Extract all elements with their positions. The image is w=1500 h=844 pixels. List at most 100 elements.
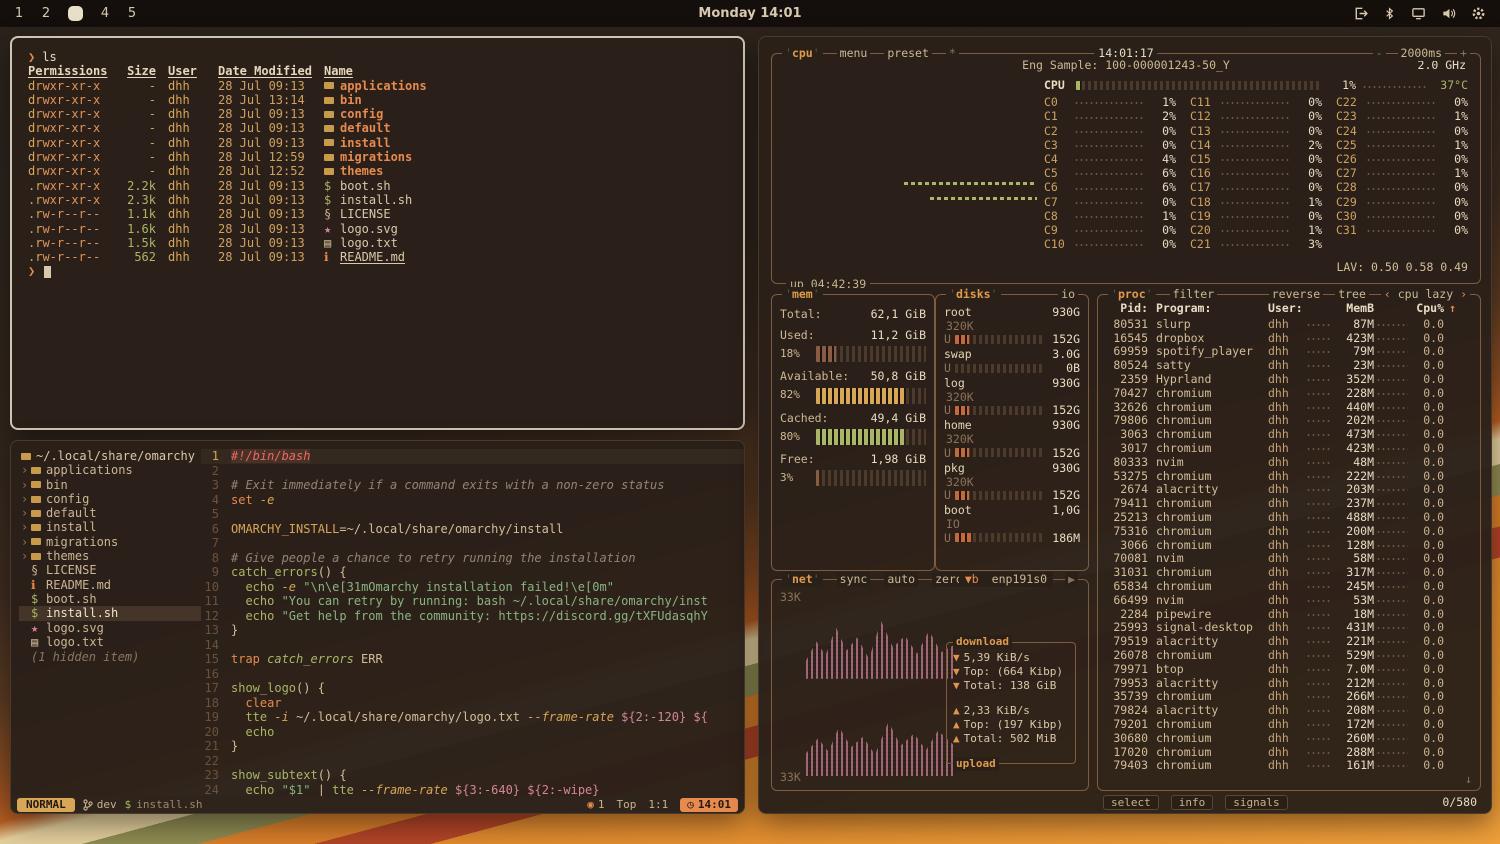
volume-icon[interactable]	[1441, 6, 1456, 21]
tree-item[interactable]: applications	[19, 463, 201, 477]
net-sync-button[interactable]: sync	[837, 572, 871, 587]
logout-icon[interactable]	[1353, 6, 1368, 21]
process-row[interactable]: 66499 nvim dhh 53M 0.0	[1102, 593, 1444, 607]
process-row[interactable]: 32626 chromium dhh 440M 0.0	[1102, 400, 1444, 414]
reverse-button[interactable]: reverse	[1269, 287, 1323, 302]
tree-item[interactable]: logo.svg	[19, 621, 201, 635]
signals-button[interactable]: signals	[1225, 795, 1287, 810]
process-row[interactable]: 25213 chromium dhh 488M 0.0	[1102, 510, 1444, 524]
network-stats-box: download ▼ 5,39 KiB/s ▼ Top: (664 Kibp) …	[946, 642, 1076, 764]
process-row[interactable]: 79411 chromium dhh 237M 0.0	[1102, 496, 1444, 510]
process-row[interactable]: 79519 alacritty dhh 221M 0.0	[1102, 634, 1444, 648]
process-row[interactable]: 70081 nvim dhh 58M 0.0	[1102, 552, 1444, 566]
tree-item[interactable]: bin	[19, 478, 201, 492]
process-row[interactable]: 79824 alacritty dhh 208M 0.0	[1102, 703, 1444, 717]
process-row[interactable]: 3063 chromium dhh 473M 0.0	[1102, 427, 1444, 441]
col-cpu[interactable]: Cpu%	[1410, 301, 1444, 315]
col-user[interactable]: User:	[1268, 301, 1304, 315]
sort-direction-arrow[interactable]: ↑	[1449, 301, 1456, 315]
tree-item[interactable]: boot.sh	[19, 592, 201, 606]
process-row[interactable]: 25993 signal-desktop dhh 431M 0.0	[1102, 621, 1444, 635]
process-row[interactable]: 26078 chromium dhh 529M 0.0	[1102, 648, 1444, 662]
file-date: 28 Jul 09:13	[218, 207, 314, 221]
process-memory: 221M	[1332, 634, 1374, 648]
settings-gear-icon[interactable]	[1471, 6, 1486, 21]
process-row[interactable]: 2359 Hyprland dhh 352M 0.0	[1102, 372, 1444, 386]
code-editor-area[interactable]: 1 #!/bin/bash 2 3 # Exit immediately if …	[201, 441, 744, 796]
process-row[interactable]: 75316 chromium dhh 200M 0.0	[1102, 524, 1444, 538]
network-box: net sync auto zero ▼b enp191s0 ▶ 33K 33K…	[771, 579, 1089, 791]
tree-item[interactable]: config	[19, 492, 201, 506]
net-scale-bottom: 33K	[780, 770, 801, 784]
process-row[interactable]: 70427 chromium dhh 228M 0.0	[1102, 386, 1444, 400]
process-row[interactable]: 17020 chromium dhh 288M 0.0	[1102, 745, 1444, 759]
next-interface-button[interactable]: ▶	[1065, 572, 1078, 587]
core-percent: 0%	[1144, 124, 1176, 138]
upload-stat-row: ▲ 2,33 KiB/s	[953, 704, 1069, 718]
process-row[interactable]: 65834 chromium dhh 245M 0.0	[1102, 579, 1444, 593]
process-row[interactable]: 2284 pipewire dhh 18M 0.0	[1102, 607, 1444, 621]
process-row[interactable]: 79403 chromium dhh 161M 0.0	[1102, 759, 1444, 773]
process-row[interactable]: 16545 dropbox dhh 423M 0.0	[1102, 331, 1444, 345]
col-program[interactable]: Program:	[1156, 301, 1268, 315]
tree-item[interactable]: themes	[19, 549, 201, 563]
col-memory[interactable]: MemB	[1332, 301, 1374, 315]
process-row[interactable]: 2674 alacritty dhh 203M 0.0	[1102, 483, 1444, 497]
code-line: 9 catch_errors() {	[201, 565, 744, 580]
tree-item[interactable]: install	[19, 520, 201, 534]
process-row[interactable]: 53275 chromium dhh 222M 0.0	[1102, 469, 1444, 483]
workspace-button[interactable]	[68, 6, 83, 21]
tree-button[interactable]: tree	[1335, 287, 1369, 302]
tree-item[interactable]: LICENSE	[19, 563, 201, 577]
tree-item[interactable]: install.sh	[19, 606, 201, 620]
process-row[interactable]: 79806 chromium dhh 202M 0.0	[1102, 414, 1444, 428]
process-row[interactable]: 80333 nvim dhh 48M 0.0	[1102, 455, 1444, 469]
sort-mode-selector[interactable]: cpu lazy	[1381, 287, 1470, 302]
process-row[interactable]: 80531 slurp dhh 87M 0.0	[1102, 317, 1444, 331]
interval-plus-button[interactable]: +	[1457, 46, 1470, 61]
window-btop-monitor[interactable]: cpu menu preset * 14:01:17 - 2000ms + En…	[758, 36, 1492, 814]
process-row[interactable]: 3017 chromium dhh 423M 0.0	[1102, 441, 1444, 455]
process-row[interactable]: 80524 satty dhh 23M 0.0	[1102, 358, 1444, 372]
code-line: 19 tte -i ~/.local/share/omarchy/logo.tx…	[201, 710, 744, 725]
bluetooth-icon[interactable]	[1383, 6, 1396, 21]
tree-item[interactable]: default	[19, 506, 201, 520]
scroll-down-arrow[interactable]: ↓	[1465, 772, 1472, 786]
process-row[interactable]: 79953 alacritty dhh 212M 0.0	[1102, 676, 1444, 690]
workspace-button[interactable]: 1	[14, 6, 24, 22]
tree-root[interactable]: ~/.local/share/omarchy	[19, 449, 201, 463]
tree-item[interactable]: logo.txt	[19, 635, 201, 649]
workspace-button[interactable]: 2	[41, 6, 51, 22]
line-number: 6	[201, 522, 231, 537]
filter-button[interactable]: filter	[1170, 287, 1218, 302]
process-pid: 79806	[1102, 413, 1148, 427]
process-row[interactable]: 79201 chromium dhh 172M 0.0	[1102, 717, 1444, 731]
network-interface[interactable]: ▼b enp191s0	[959, 572, 1053, 587]
file-date: 28 Jul 09:13	[218, 121, 314, 135]
process-row[interactable]: 69959 spotify_player dhh 79M 0.0	[1102, 345, 1444, 359]
workspace-button[interactable]: 4	[100, 6, 110, 22]
info-button[interactable]: info	[1171, 795, 1214, 810]
io-mode-button[interactable]: io	[1058, 287, 1078, 302]
disk-used-value: 152G	[1046, 332, 1080, 346]
net-auto-button[interactable]: auto	[884, 572, 918, 587]
col-pid[interactable]: Pid:	[1102, 301, 1148, 315]
process-row[interactable]: 30680 chromium dhh 260M 0.0	[1102, 731, 1444, 745]
window-neovim-editor[interactable]: ~/.local/share/omarchy applications bin	[10, 440, 745, 814]
interval-minus-button[interactable]: -	[1373, 46, 1386, 61]
window-files-terminal[interactable]: ❯ ls Permissions Size User Date Modified…	[10, 36, 745, 430]
bits-toggle[interactable]: ▼b	[962, 572, 982, 586]
preset-button[interactable]: preset	[884, 46, 932, 61]
menu-button[interactable]: menu	[837, 46, 871, 61]
tree-item[interactable]: README.md	[19, 578, 201, 592]
tree-item[interactable]: migrations	[19, 535, 201, 549]
select-button[interactable]: select	[1103, 795, 1159, 810]
file-name: config	[340, 107, 383, 121]
workspace-button[interactable]: 5	[127, 6, 137, 22]
network-icon[interactable]	[1411, 6, 1426, 21]
process-row[interactable]: 31031 chromium dhh 317M 0.0	[1102, 565, 1444, 579]
process-row[interactable]: 3066 chromium dhh 128M 0.0	[1102, 538, 1444, 552]
prompt-line-empty[interactable]: ❯	[28, 264, 727, 278]
process-row[interactable]: 35739 chromium dhh 266M 0.0	[1102, 690, 1444, 704]
process-row[interactable]: 79971 btop dhh 7.0M 0.0	[1102, 662, 1444, 676]
